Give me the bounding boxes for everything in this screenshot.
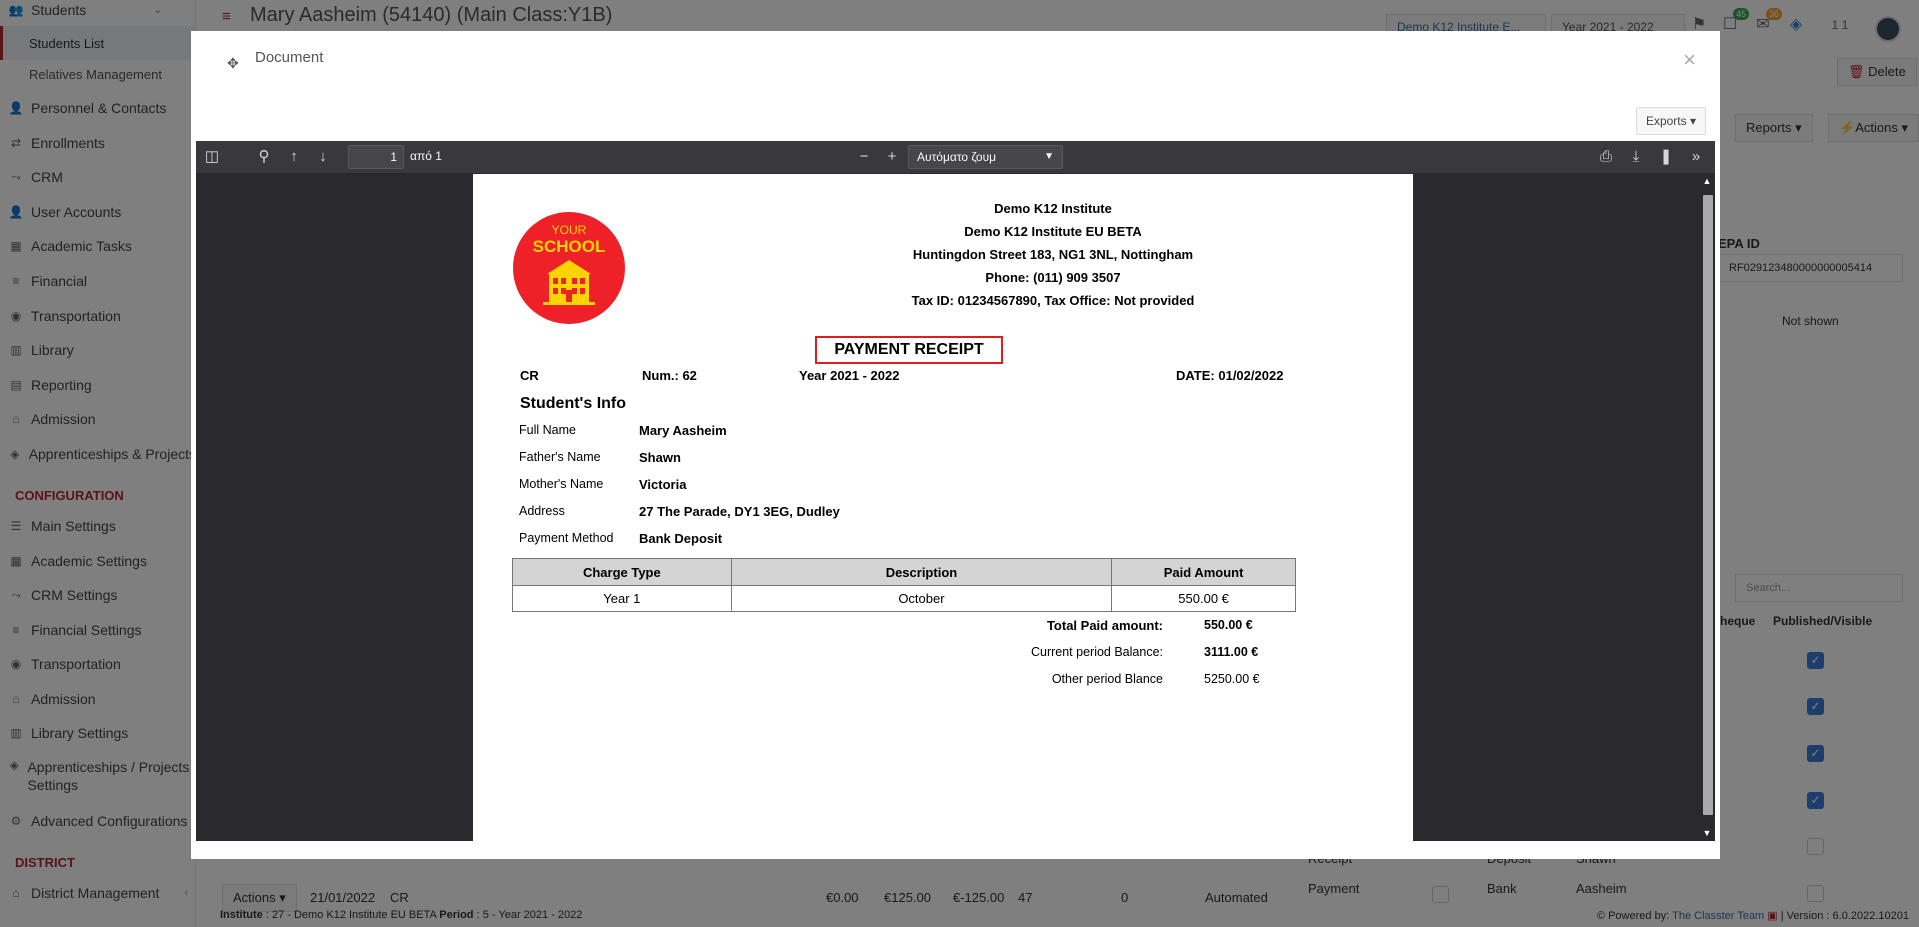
institute-subname: Demo K12 Institute EU BETA	[964, 224, 1142, 239]
logo-text-main: SCHOOL	[533, 237, 606, 256]
info-label: Address	[519, 504, 565, 518]
institute-name: Demo K12 Institute	[994, 201, 1112, 216]
logo-text-top: YOUR	[552, 223, 587, 237]
column-header: Description	[730, 558, 1113, 586]
zoom-label: Αυτόματο ζουμ	[917, 150, 997, 164]
section-title: Student's Info	[520, 395, 627, 412]
tools-icon[interactable]: »	[1686, 147, 1706, 167]
exports-button[interactable]: Exports ▾	[1635, 107, 1706, 135]
column-header: Paid Amount	[1111, 558, 1296, 586]
download-icon[interactable]: ⤓	[1626, 147, 1646, 167]
institute-phone: Phone: (011) 909 3507	[985, 270, 1121, 285]
table-cell: Year 1	[512, 585, 732, 612]
arrow-up-icon[interactable]: ↑	[284, 147, 304, 167]
receipt-date: DATE: 01/02/2022	[1176, 368, 1284, 383]
chevron-down-icon: ▼	[1044, 151, 1054, 162]
move-icon[interactable]: ✥	[227, 55, 239, 72]
other-balance-label: Other period Blance	[1051, 672, 1163, 686]
current-balance-value: 3111.00 €	[1204, 645, 1259, 659]
document-modal: ✥ Document × Exports ▾ ◫ ⚲ ↑ ↓ 1 από 1 −…	[191, 31, 1720, 859]
print-icon[interactable]: ⎙	[1596, 147, 1616, 167]
exports-label: Exports	[1645, 114, 1687, 128]
table-cell: October	[730, 585, 1113, 612]
pdf-scrollbar[interactable]: ▲ ▼	[1701, 175, 1713, 839]
receipt-title: PAYMENT RECEIPT	[815, 336, 1003, 364]
receipt-year: Year 2021 - 2022	[799, 368, 900, 383]
modal-title: Document	[255, 49, 324, 66]
page-count: από 1	[410, 149, 442, 163]
info-label: Payment Method	[519, 531, 614, 545]
receipt-number: Num.: 62	[642, 368, 697, 383]
total-paid-value: 550.00 €	[1204, 618, 1253, 632]
scroll-up-icon[interactable]: ▲	[1701, 175, 1713, 187]
school-logo: YOUR SCHOOL	[513, 212, 625, 324]
institute-tax: Tax ID: 01234567890, Tax Office: Not pro…	[911, 293, 1195, 308]
info-value: Bank Deposit	[639, 531, 723, 546]
column-header: Charge Type	[512, 558, 732, 586]
zoom-in-icon[interactable]: +	[882, 147, 902, 167]
other-balance-value: 5250.00 €	[1204, 672, 1260, 686]
zoom-select[interactable]: Αυτόματο ζουμ ▼	[908, 145, 1063, 169]
total-paid-label: Total Paid amount:	[1046, 618, 1163, 633]
info-label: Father's Name	[519, 450, 601, 464]
search-icon[interactable]: ⚲	[254, 147, 274, 167]
current-balance-label: Current period Balance:	[1030, 645, 1163, 659]
scrollbar-thumb[interactable]	[1703, 195, 1713, 815]
receipt-doc-type: CR	[520, 368, 539, 383]
charges-table: Charge Type Description Paid Amount Year…	[512, 558, 1296, 612]
pdf-toolbar: ◫ ⚲ ↑ ↓ 1 από 1 − + Αυτόματο ζουμ ▼ ⎙ ⤓ …	[196, 141, 1715, 173]
pdf-page: YOUR SCHOOL Demo K12 Institute Demo K12 …	[473, 174, 1413, 841]
close-icon[interactable]: ×	[1683, 47, 1696, 73]
info-label: Full Name	[519, 423, 576, 437]
info-value: Victoria	[639, 477, 687, 492]
info-value: Shawn	[639, 450, 681, 465]
table-row: Year 1 October 550.00 €	[512, 585, 1296, 612]
sidebar-toggle-icon[interactable]: ◫	[202, 147, 222, 167]
page-number-input[interactable]: 1	[348, 145, 404, 169]
bookmark-icon[interactable]: ❚	[1656, 147, 1676, 167]
scroll-down-icon[interactable]: ▼	[1701, 827, 1713, 839]
institute-address: Huntingdon Street 183, NG1 3NL, Nottingh…	[912, 247, 1194, 262]
zoom-out-icon[interactable]: −	[854, 147, 874, 167]
pdf-viewer: ◫ ⚲ ↑ ↓ 1 από 1 − + Αυτόματο ζουμ ▼ ⎙ ⤓ …	[196, 141, 1715, 841]
table-header-row: Charge Type Description Paid Amount	[512, 558, 1296, 586]
info-label: Mother's Name	[519, 477, 604, 491]
table-cell: 550.00 €	[1111, 585, 1296, 612]
arrow-down-icon[interactable]: ↓	[313, 147, 333, 167]
info-value: 27 The Parade, DY1 3EG, Dudley	[639, 504, 840, 519]
info-value: Mary Aasheim	[639, 423, 727, 438]
